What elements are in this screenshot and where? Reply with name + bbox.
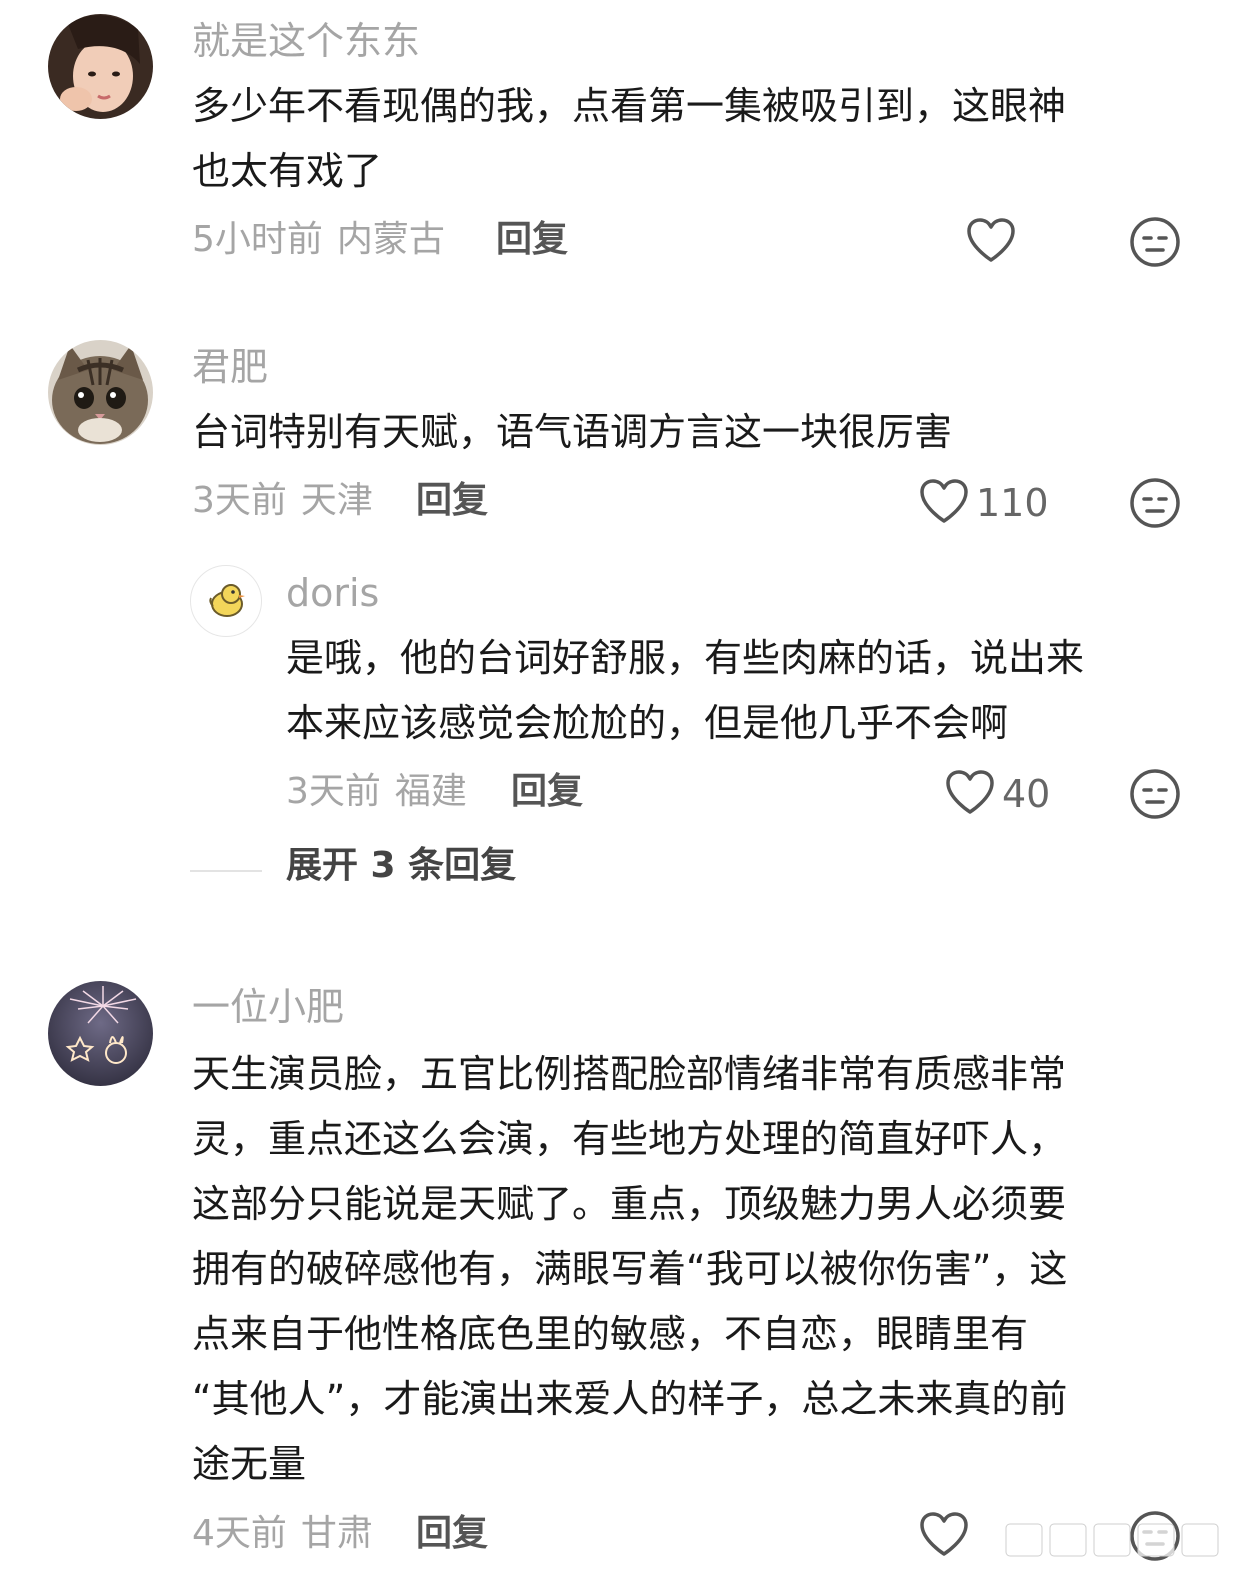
like-count: 40: [1002, 772, 1051, 816]
comment-text: 天生演员脸，五官比例搭配脸部情绪非常有质感非常 灵，重点还这么会演，有些地方处理…: [192, 1042, 1067, 1497]
reply-button[interactable]: 回复: [416, 483, 488, 519]
comment-time: 5小时前: [192, 219, 323, 260]
comment-username[interactable]: 君肥: [192, 348, 268, 386]
avatar-user-1[interactable]: [48, 14, 153, 119]
reply-text-line: 本来应该感觉会尬尬的，但是他几乎不会啊: [286, 701, 1009, 745]
reply-username[interactable]: doris: [286, 574, 379, 612]
comment-text-line: 也太有戏了: [192, 149, 383, 193]
reply-meta: 3天前 福建: [286, 774, 467, 810]
heart-outline-icon: [965, 216, 1017, 268]
comment-location: 天津: [300, 480, 373, 521]
comment-text-line: “其他人”，才能演出来爱人的样子，总之未来真的前: [192, 1377, 1068, 1421]
reply-text-line: 是哦，他的台词好舒服，有些肉麻的话，说出来: [286, 636, 1085, 680]
avatar-user-3[interactable]: [48, 981, 153, 1086]
comment-location: 甘肃: [300, 1513, 373, 1554]
comment-text-line: 台词特别有天赋，语气语调方言这一块很厉害: [192, 410, 953, 454]
reply-location: 福建: [394, 771, 467, 812]
like-button[interactable]: 110: [918, 477, 1049, 529]
like-button[interactable]: 40: [944, 768, 1050, 820]
comment-username[interactable]: 就是这个东东: [192, 22, 420, 60]
reply-text: 是哦，他的台词好舒服，有些肉麻的话，说出来 本来应该感觉会尬尬的，但是他几乎不会…: [286, 626, 1084, 756]
watermark: [1000, 1510, 1230, 1570]
like-button[interactable]: [918, 1510, 970, 1562]
comment-text-line: 途无量: [192, 1442, 307, 1486]
heart-outline-icon: [918, 477, 970, 529]
comment-text-line: 拥有的破碎感他有，满眼写着“我可以被你伤害”，这: [192, 1247, 1068, 1291]
comment-text-line: 这部分只能说是天赋了。重点，顶级魅力男人必须要: [192, 1182, 1067, 1226]
comment-meta: 5小时前 内蒙古: [192, 222, 445, 258]
avatar-reply-user[interactable]: [190, 565, 262, 637]
heart-outline-icon: [918, 1510, 970, 1562]
comment-text-line: 天生演员脸，五官比例搭配脸部情绪非常有质感非常: [192, 1052, 1067, 1096]
neutral-face-icon[interactable]: [1129, 216, 1181, 268]
reply-button[interactable]: 回复: [496, 222, 568, 258]
comment-location: 内蒙古: [336, 219, 445, 260]
reply-button[interactable]: 回复: [416, 1516, 488, 1552]
comment-text-line: 多少年不看现偶的我，点看第一集被吸引到，这眼神: [192, 84, 1067, 128]
comment-text-line: 灵，重点还这么会演，有些地方处理的简直好吓人，: [192, 1117, 1067, 1161]
avatar-user-2[interactable]: [48, 340, 153, 445]
heart-outline-icon: [944, 768, 996, 820]
comment-text: 多少年不看现偶的我，点看第一集被吸引到，这眼神 也太有戏了: [192, 74, 1066, 204]
neutral-face-icon[interactable]: [1129, 768, 1181, 820]
like-button[interactable]: [965, 216, 1017, 268]
comment-meta: 3天前 天津: [192, 483, 373, 519]
expand-replies-button[interactable]: 展开 3 条回复: [286, 848, 516, 884]
comment-meta: 4天前 甘肃: [192, 1516, 373, 1552]
reply-button[interactable]: 回复: [511, 774, 583, 810]
reply-time: 3天前: [286, 771, 381, 812]
comment-text-line: 点来自于他性格底色里的敏感，不自恋，眼睛里有: [192, 1312, 1029, 1356]
comment-username[interactable]: 一位小肥: [192, 988, 344, 1026]
like-count: 110: [976, 481, 1049, 525]
neutral-face-icon[interactable]: [1129, 477, 1181, 529]
expand-divider: [190, 870, 262, 872]
comment-time: 3天前: [192, 480, 287, 521]
comment-time: 4天前: [192, 1513, 287, 1554]
comment-text: 台词特别有天赋，语气语调方言这一块很厉害: [192, 400, 952, 465]
